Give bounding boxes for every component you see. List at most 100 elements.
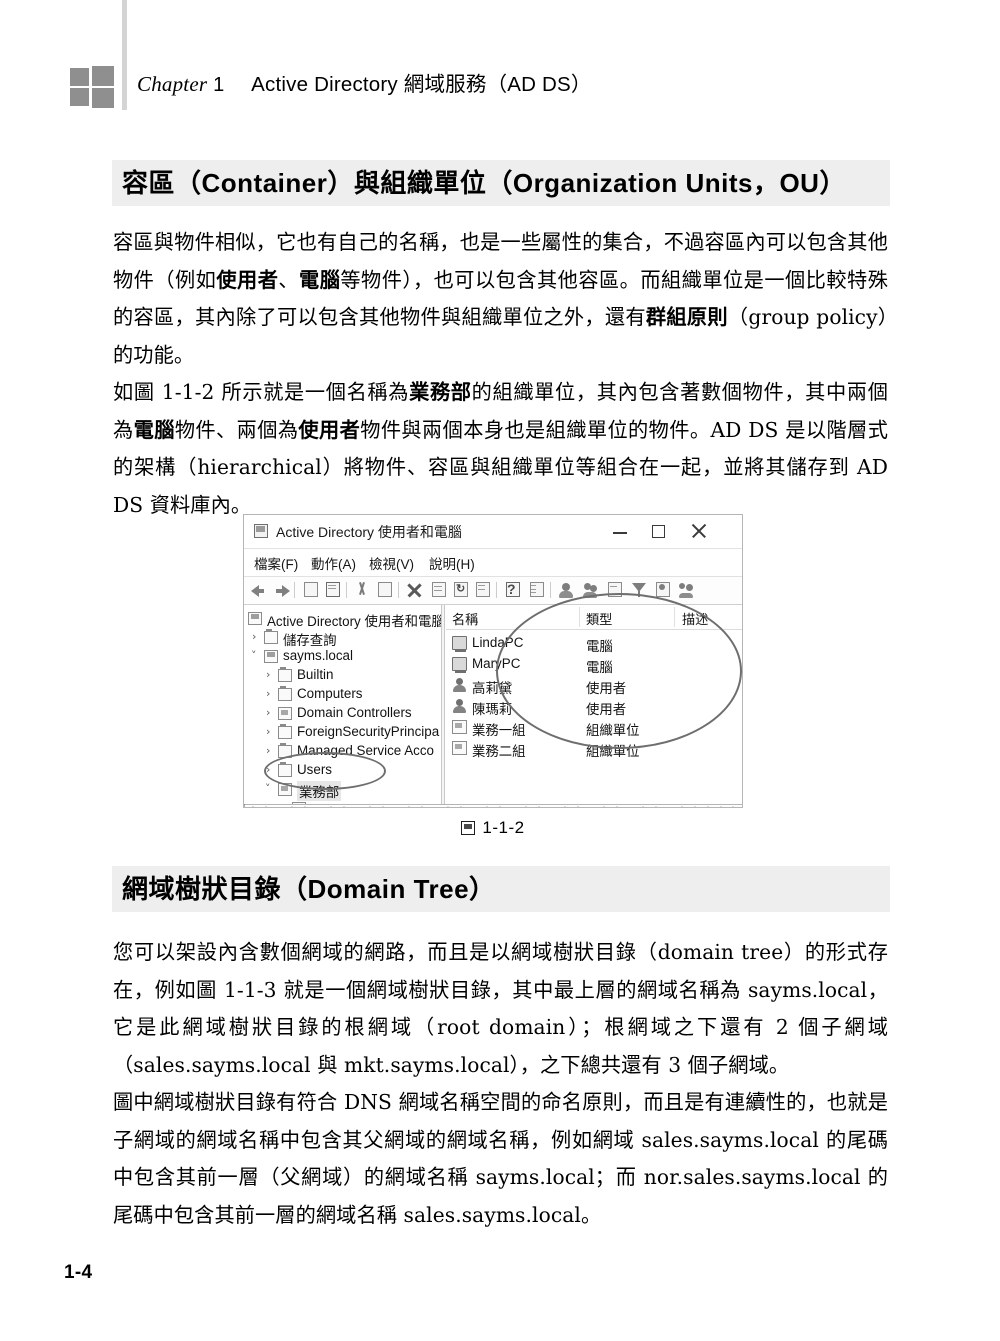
list-cell-name: LindaPC (472, 635, 524, 650)
new-ou-icon[interactable] (606, 581, 624, 599)
pane-splitter[interactable] (441, 605, 445, 807)
tree-item-label: Builtin (297, 667, 334, 682)
menu-item-action[interactable]: 動作(A) (311, 553, 356, 573)
object-list-pane[interactable]: 名稱 類型 描述 LindaPC 電腦 MaryPC 電腦 高莉黛 使用者 陳瑪… (446, 605, 742, 807)
forward-arrow-icon[interactable] (272, 581, 290, 599)
chapter-word: Chapter (137, 72, 208, 96)
folder-icon (278, 742, 292, 758)
computer-icon (452, 636, 467, 653)
folder-icon (278, 685, 292, 701)
help-icon[interactable]: ? (504, 581, 522, 599)
list-cell-name: 高莉黛 (472, 681, 513, 696)
chevron-down-icon[interactable]: ˅ (251, 650, 260, 661)
find-icon[interactable] (654, 581, 672, 599)
ou-icon (452, 720, 467, 734)
list-cell-type: 使用者 (586, 681, 627, 696)
list-cell-name: MaryPC (472, 656, 521, 671)
properties-icon[interactable] (430, 581, 448, 599)
para-text: 如圖 1-1-2 所示就是一個名稱為 (113, 380, 410, 404)
chapter-title: Active Directory 網域服務（AD DS） (251, 73, 592, 96)
console-window-icon (254, 524, 268, 538)
chevron-down-icon[interactable]: ˅ (265, 783, 274, 794)
new-user-icon[interactable] (558, 581, 576, 599)
tree-item-label: 業務部 (297, 781, 342, 801)
filter-icon[interactable] (630, 581, 648, 599)
column-header-type[interactable]: 類型 (586, 609, 612, 628)
ad-users-and-computers-window: Active Directory 使用者和電腦 檔案(F) 動作(A) 檢視(V… (243, 514, 743, 808)
user-icon (452, 678, 467, 692)
ou-icon (278, 706, 292, 720)
list-row[interactable]: 高莉黛 使用者 (446, 675, 742, 696)
emphasis-computer-2: 電腦 (133, 417, 175, 442)
folder-icon (278, 723, 292, 739)
close-icon[interactable] (688, 522, 710, 540)
chevron-right-icon[interactable]: › (266, 707, 275, 718)
list-row[interactable]: 業務二組 組織單位 (446, 738, 742, 759)
torn-paper-edge (244, 803, 742, 807)
figure-screenshot: Active Directory 使用者和電腦 檔案(F) 動作(A) 檢視(V… (243, 514, 743, 814)
console-tree-icon[interactable] (528, 581, 546, 599)
window-title-bar: Active Directory 使用者和電腦 (244, 515, 742, 549)
menu-item-view[interactable]: 檢視(V) (369, 553, 414, 573)
user-icon (452, 699, 467, 713)
window-title: Active Directory 使用者和電腦 (276, 524, 462, 540)
list-row[interactable]: 業務一組 組織單位 (446, 717, 742, 738)
cut-icon[interactable] (354, 581, 372, 599)
window-toolbar: ↻ ? (244, 577, 742, 605)
paragraph-domain-tree-intro: 您可以架設內含數個網域的網路，而且是以網域樹狀目錄（domain tree）的形… (113, 940, 888, 1077)
tree-item-label: Computers (297, 686, 363, 701)
chevron-right-icon[interactable]: › (266, 726, 275, 737)
column-header-description[interactable]: 描述 (682, 609, 708, 628)
new-group-icon[interactable] (582, 581, 600, 599)
figure-icon (461, 821, 476, 835)
list-row[interactable]: 陳瑪莉 使用者 (446, 696, 742, 717)
list-row[interactable]: MaryPC 電腦 (446, 654, 742, 675)
emphasis-user: 使用者 (216, 267, 279, 292)
list-cell-type: 組織單位 (586, 744, 640, 759)
refresh-icon[interactable]: ↻ (452, 581, 470, 599)
maximize-icon[interactable] (648, 522, 670, 540)
list-cell-type: 使用者 (586, 702, 627, 717)
computer-icon (452, 657, 467, 674)
chevron-right-icon[interactable]: › (266, 745, 275, 756)
figure-caption-number: 1-1-2 (482, 818, 525, 837)
list-cell-name: 業務一組 (472, 723, 526, 738)
show-hide-tree-icon[interactable] (324, 581, 342, 599)
delete-icon[interactable] (406, 581, 424, 599)
emphasis-computer: 電腦 (299, 267, 341, 292)
export-list-icon[interactable] (474, 581, 492, 599)
list-cell-type: 電腦 (586, 639, 613, 654)
minimize-icon[interactable] (610, 522, 632, 540)
paste-icon[interactable] (376, 581, 394, 599)
chevron-right-icon[interactable]: › (266, 764, 275, 775)
tree-item-label: ForeignSecurityPrincipa (297, 724, 440, 739)
section-heading-domain-tree: 網域樹狀目錄（Domain Tree） (112, 866, 890, 912)
list-cell-name: 業務二組 (472, 744, 526, 759)
tree-item-label: Managed Service Acco (297, 743, 434, 758)
up-one-level-icon[interactable] (302, 581, 320, 599)
domain-icon (264, 649, 278, 663)
page-number: 1-4 (64, 1262, 93, 1283)
paragraph-figure-reference: 如圖 1-1-2 所示就是一個名稱為業務部的組織單位，其內包含著數個物件，其中兩… (113, 374, 888, 524)
chapter-number: 1 (213, 74, 225, 96)
running-header: Chapter 1 Active Directory 網域服務（AD DS） (0, 0, 1000, 120)
chevron-right-icon[interactable]: › (266, 669, 275, 680)
add-members-icon[interactable] (678, 581, 696, 599)
console-tree-pane[interactable]: Active Directory 使用者和電腦 › 儲存查詢 ˅ sayms.l… (244, 605, 441, 807)
chevron-right-icon[interactable]: › (266, 688, 275, 699)
folder-icon (264, 628, 278, 644)
column-header-name[interactable]: 名稱 (452, 609, 478, 628)
back-arrow-icon[interactable] (251, 581, 269, 599)
folder-icon (278, 761, 292, 777)
chevron-right-icon[interactable]: › (252, 631, 261, 642)
ou-icon (278, 782, 292, 796)
menu-item-help[interactable]: 說明(H) (429, 553, 475, 573)
menu-item-file[interactable]: 檔案(F) (254, 553, 298, 573)
paragraph-dns-namespace: 圖中網域樹狀目錄有符合 DNS 網域名稱空間的命名原則，而且是有連續性的，也就是… (113, 1090, 888, 1227)
folder-icon (278, 666, 292, 682)
emphasis-user-2: 使用者 (298, 417, 361, 442)
tree-item-label: Active Directory 使用者和電腦 (267, 614, 441, 629)
list-row[interactable]: LindaPC 電腦 (446, 633, 742, 654)
tree-item-label: sayms.local (283, 648, 353, 663)
list-column-header: 名稱 類型 描述 (446, 605, 742, 630)
